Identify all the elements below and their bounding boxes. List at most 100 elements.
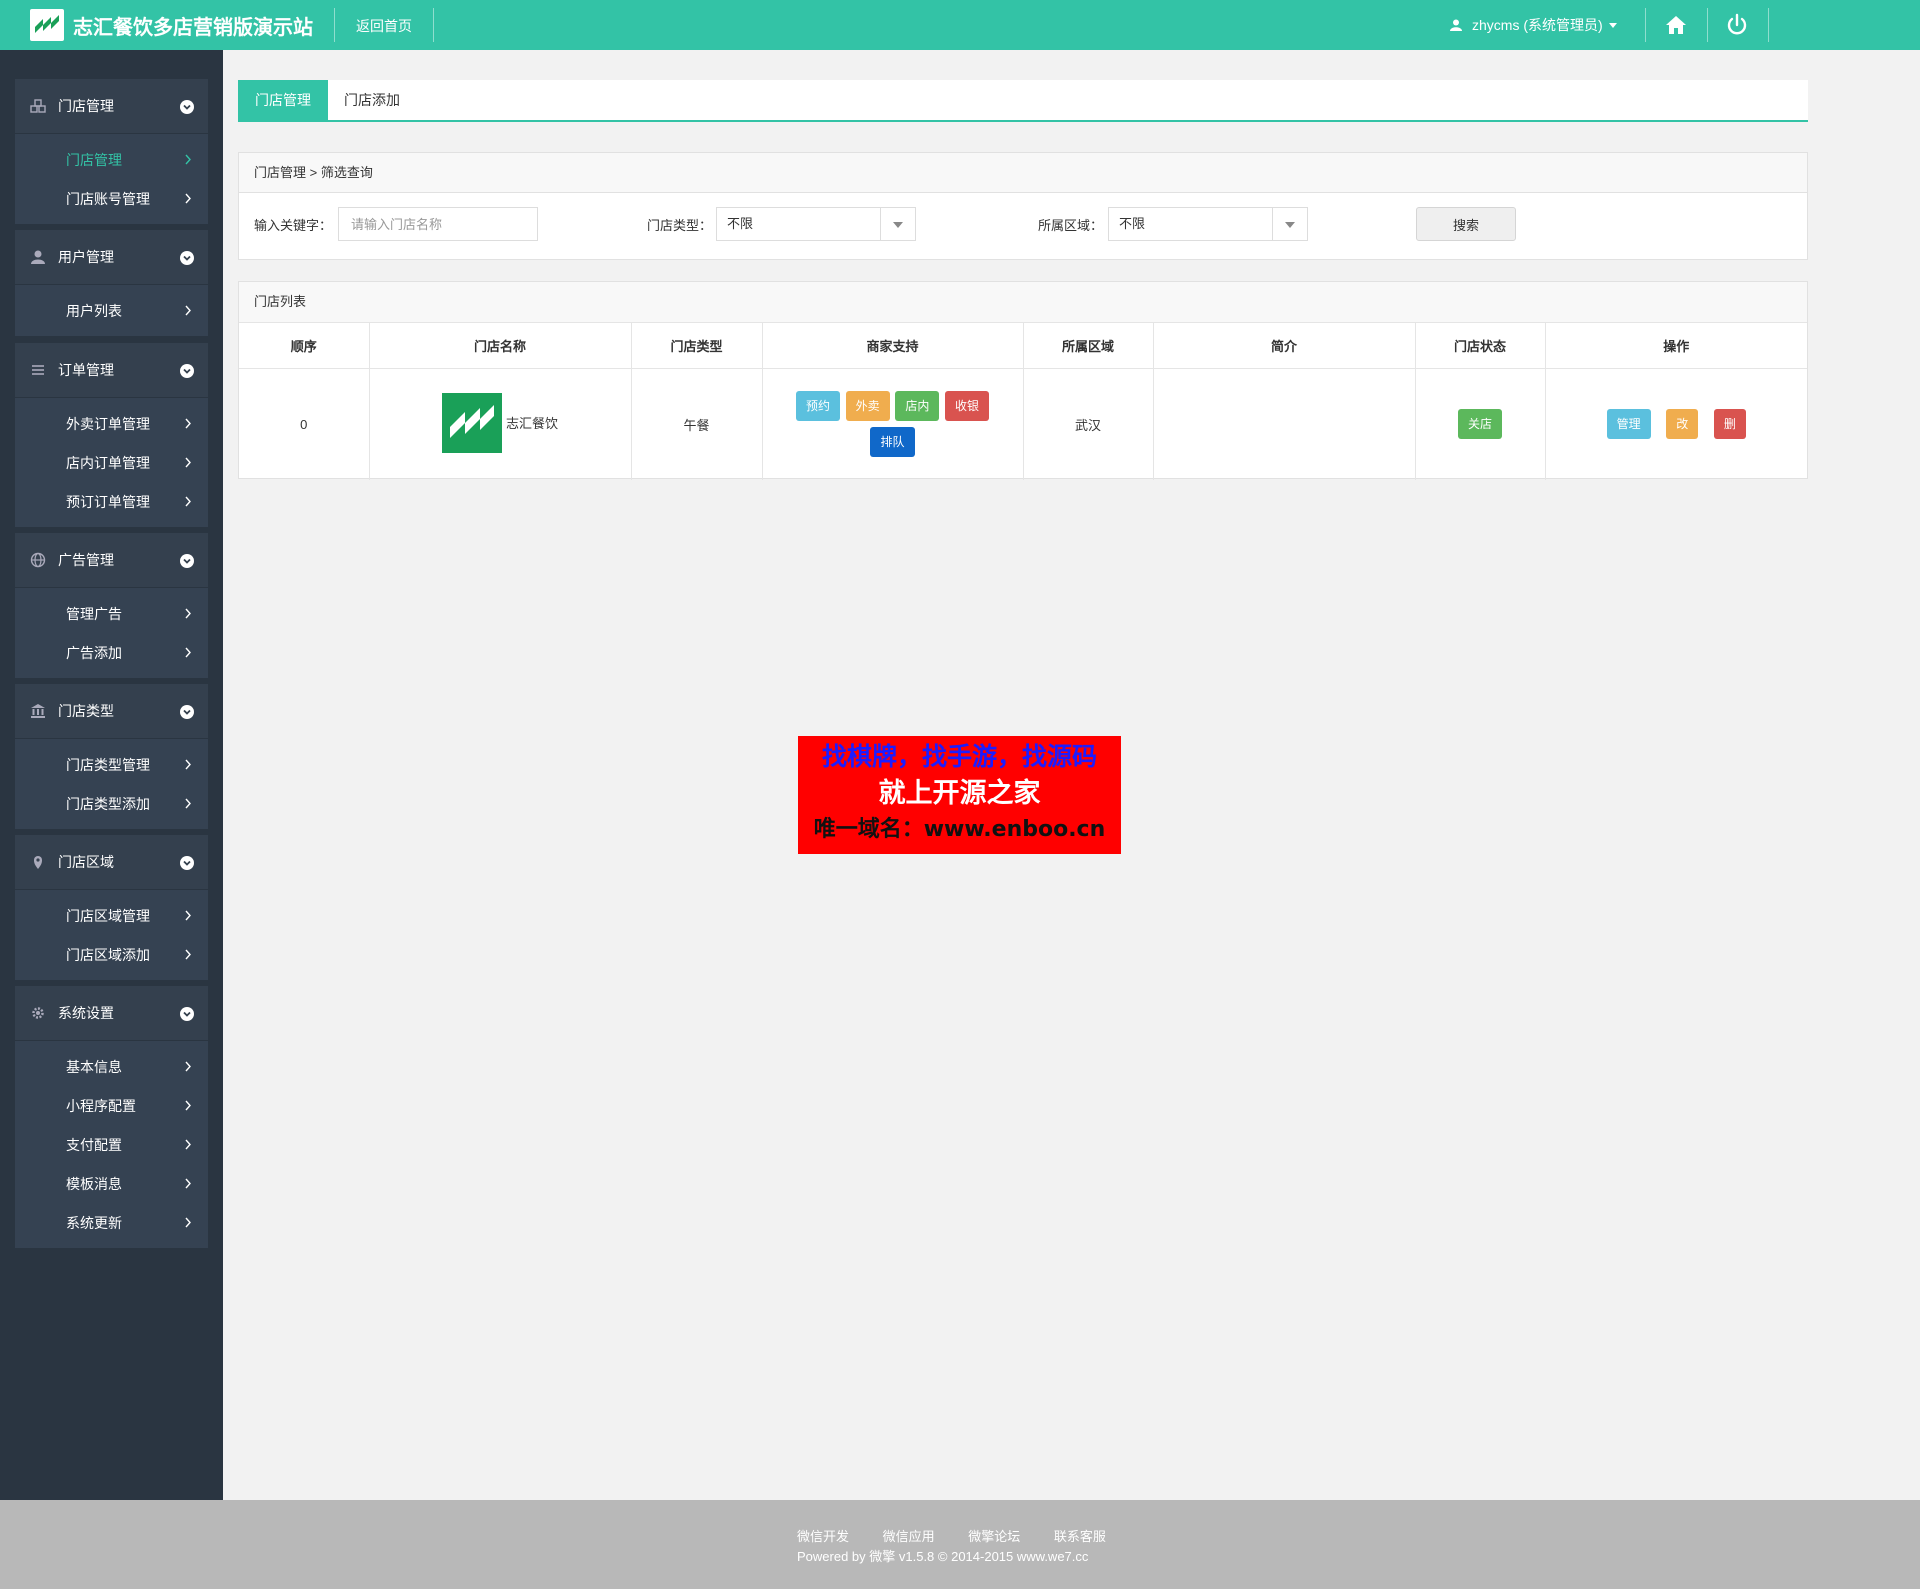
menu-head-store-type[interactable]: 门店类型 [15, 684, 208, 739]
chevron-right-icon [185, 949, 191, 960]
user-icon [31, 250, 45, 264]
sidebar-item-region-manage[interactable]: 门店区域管理 [15, 896, 208, 935]
edit-button[interactable]: 改 [1666, 409, 1699, 440]
sidebar-item-add-ad[interactable]: 广告添加 [15, 633, 208, 672]
region-label: 所属区域： [1038, 218, 1104, 233]
sidebar-item-miniapp-config[interactable]: 小程序配置 [15, 1086, 208, 1125]
sidebar-item-system-update[interactable]: 系统更新 [15, 1203, 208, 1242]
manage-button[interactable]: 管理 [1606, 409, 1651, 440]
sidebar-item-region-add[interactable]: 门店区域添加 [15, 935, 208, 974]
menu-group-user: 用户管理 用户列表 [15, 230, 208, 336]
sidebar-item-label: 小程序配置 [66, 1097, 136, 1114]
sidebar-item-label: 店内订单管理 [66, 454, 150, 471]
store-table: 顺序 门店名称 门店类型 商家支持 所属区域 简介 门店状态 操作 0 志汇餐饮… [239, 322, 1807, 480]
menu-group-ads: 广告管理 管理广告 广告添加 [15, 533, 208, 678]
site-title: 志汇餐饮多店营销版演示站 [73, 16, 313, 39]
chevron-circle-down-icon [180, 554, 194, 568]
caret-down-icon [1285, 222, 1295, 228]
sidebar-item-label: 门店管理 [66, 151, 122, 168]
chevron-circle-down-icon [180, 251, 194, 265]
sidebar-item-store-type-manage[interactable]: 门店类型管理 [15, 745, 208, 784]
zh-logo-icon [30, 9, 64, 41]
chevron-right-icon [185, 193, 191, 204]
support-badge-dinein: 店内 [895, 391, 940, 422]
cell-intro [1153, 368, 1416, 480]
store-type-select[interactable]: 不限 [716, 207, 916, 241]
cell-actions: 管理 改 删 [1545, 369, 1807, 480]
sidebar-item-reserve-orders[interactable]: 预订订单管理 [15, 482, 208, 521]
tab-store-manage[interactable]: 门店管理 [238, 80, 328, 120]
menu-group-order: 订单管理 外卖订单管理 店内订单管理 预订订单管理 [15, 343, 208, 527]
chevron-right-icon [185, 1100, 191, 1111]
store-list-panel: 门店列表 顺序 门店名称 门店类型 商家支持 所属区域 简介 门店状态 操作 0 [238, 281, 1808, 480]
cell-support: 预约 外卖 店内 收银 排队 [762, 368, 1024, 480]
chevron-right-icon [185, 1139, 191, 1150]
chevron-right-icon [185, 457, 191, 468]
chevron-right-icon [185, 1061, 191, 1072]
store-status-toggle[interactable]: 关店 [1457, 409, 1502, 440]
tab-store-add[interactable]: 门店添加 [327, 80, 417, 120]
footer-link[interactable]: 微信开发 [797, 1529, 849, 1544]
support-badge-takeout: 外卖 [845, 391, 890, 422]
column-header: 顺序 [239, 322, 370, 369]
cell-order: 0 [239, 368, 370, 480]
store-type-label: 门店类型： [647, 218, 713, 233]
sidebar-item-pay-config[interactable]: 支付配置 [15, 1125, 208, 1164]
sidebar-item-basic-info[interactable]: 基本信息 [15, 1047, 208, 1086]
menu-group-region: 门店区域 门店区域管理 门店区域添加 [15, 835, 208, 980]
caret-down-icon [893, 222, 903, 228]
sidebar-item-label: 广告添加 [66, 644, 122, 661]
sidebar-item-label: 基本信息 [66, 1058, 122, 1075]
menu-head-store[interactable]: 门店管理 [15, 79, 208, 134]
menu-head-label: 订单管理 [58, 362, 114, 378]
menu-head-order[interactable]: 订单管理 [15, 343, 208, 398]
globe-icon [30, 552, 46, 568]
column-header: 所属区域 [1023, 322, 1154, 369]
user-menu[interactable]: zhycms (系统管理员) [1450, 15, 1617, 35]
search-button[interactable]: 搜索 [1416, 207, 1516, 241]
delete-button[interactable]: 删 [1713, 409, 1746, 440]
cell-type: 午餐 [631, 368, 763, 480]
sidebar-item-label: 门店类型管理 [66, 756, 150, 773]
footer-link[interactable]: 联系客服 [1054, 1529, 1106, 1544]
divider [1707, 8, 1708, 42]
chevron-circle-down-icon [180, 705, 194, 719]
support-badge-reserve: 预约 [796, 391, 841, 422]
power-icon[interactable] [1724, 12, 1750, 38]
sidebar-item-store-account[interactable]: 门店账号管理 [15, 179, 208, 218]
sidebar-item-store-manage[interactable]: 门店管理 [15, 140, 208, 179]
footer-link[interactable]: 微信应用 [883, 1529, 935, 1544]
sidebar-item-takeout-orders[interactable]: 外卖订单管理 [15, 404, 208, 443]
bank-icon [31, 704, 45, 718]
footer-link[interactable]: 微擎论坛 [968, 1529, 1020, 1544]
menu-head-label: 广告管理 [58, 552, 114, 568]
sidebar-item-label: 门店区域管理 [66, 907, 150, 924]
cell-region: 武汉 [1023, 368, 1154, 480]
back-home-link[interactable]: 返回首页 [356, 16, 412, 36]
region-select[interactable]: 不限 [1108, 207, 1308, 241]
menu-head-region[interactable]: 门店区域 [15, 835, 208, 890]
sidebar-item-label: 系统更新 [66, 1214, 122, 1231]
cubes-icon [30, 99, 46, 113]
menu-head-ads[interactable]: 广告管理 [15, 533, 208, 588]
filter-panel: 门店管理 > 筛选查询 输入关键字： 门店类型： 不限 所属区域： 不限 搜索 [238, 152, 1808, 260]
top-navbar: 志汇餐饮多店营销版演示站 返回首页 zhycms (系统管理员) [0, 0, 1920, 50]
brand[interactable]: 志汇餐饮多店营销版演示站 [30, 9, 313, 41]
chevron-right-icon [185, 305, 191, 316]
chevron-right-icon [185, 1217, 191, 1228]
menu-head-user[interactable]: 用户管理 [15, 230, 208, 285]
tab-bar: 门店管理 门店添加 [238, 80, 1808, 122]
menu-head-label: 系统设置 [58, 1005, 114, 1021]
sidebar-item-dinein-orders[interactable]: 店内订单管理 [15, 443, 208, 482]
sidebar-item-template-msg[interactable]: 模板消息 [15, 1164, 208, 1203]
sidebar-item-store-type-add[interactable]: 门店类型添加 [15, 784, 208, 823]
keyword-input[interactable] [338, 207, 538, 241]
sidebar-item-manage-ads[interactable]: 管理广告 [15, 594, 208, 633]
home-icon[interactable] [1663, 12, 1689, 38]
menu-head-system[interactable]: 系统设置 [15, 986, 208, 1041]
column-header: 商家支持 [762, 322, 1024, 369]
sidebar-item-user-list[interactable]: 用户列表 [15, 291, 208, 330]
store-logo-icon [441, 392, 502, 453]
footer-copyright: Powered by 微擎 v1.5.8 © 2014-2015 www.we7… [797, 1549, 1089, 1564]
menu-head-label: 门店类型 [58, 703, 114, 719]
